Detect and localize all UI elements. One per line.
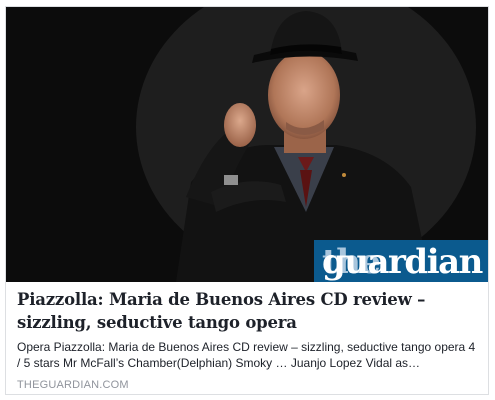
article-image[interactable]: the guardian bbox=[6, 7, 488, 282]
logo-guardian: guardian bbox=[322, 242, 483, 282]
article-title[interactable]: Piazzolla: Maria de Buenos Aires CD revi… bbox=[17, 288, 477, 334]
guardian-logo: the guardian bbox=[314, 240, 488, 282]
article-description: Opera Piazzolla: Maria de Buenos Aires C… bbox=[17, 340, 476, 370]
source-domain: THEGUARDIAN.COM bbox=[17, 379, 129, 391]
link-preview-card[interactable]: the guardian Piazzolla: Maria de Buenos A… bbox=[5, 6, 489, 395]
preview-text: Piazzolla: Maria de Buenos Aires CD revi… bbox=[6, 282, 488, 391]
